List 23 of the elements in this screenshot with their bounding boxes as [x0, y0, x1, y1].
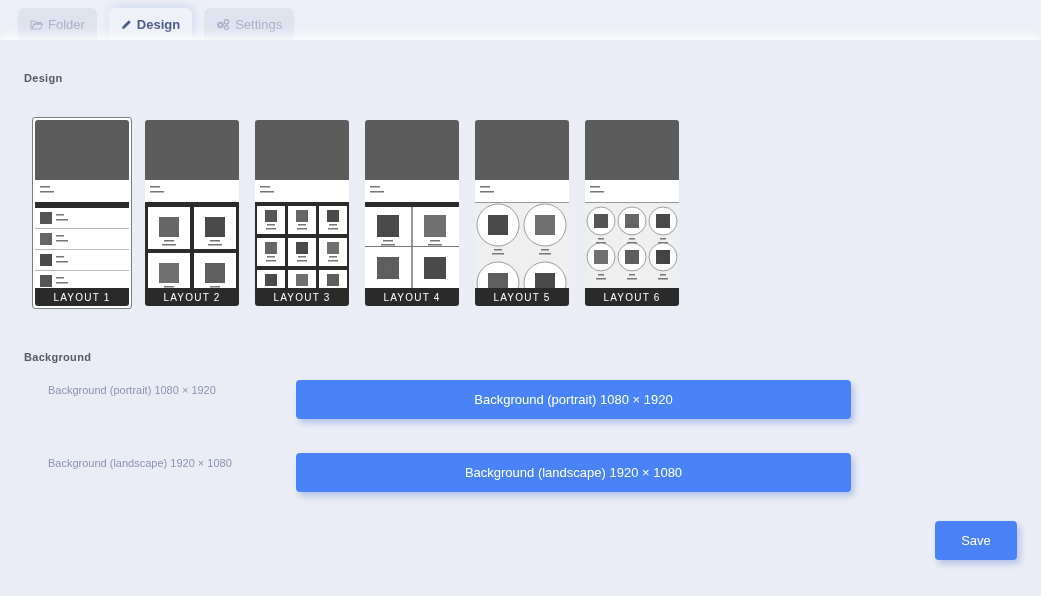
save-button[interactable]: Save: [935, 521, 1017, 560]
layout-label: LAYOUT 2: [163, 291, 221, 303]
layout-option[interactable]: LAYOUT 5: [472, 117, 572, 309]
field-label: Background (portrait) 1080 × 1920: [47, 383, 217, 396]
layout-label: LAYOUT 4: [383, 291, 441, 303]
layout-label: LAYOUT 3: [273, 291, 331, 303]
layout-option[interactable]: LAYOUT 1: [32, 117, 132, 309]
gears-icon: [216, 18, 231, 30]
folder-icon: [30, 18, 43, 30]
layout-option[interactable]: LAYOUT 6: [582, 117, 682, 309]
upload-button[interactable]: Background (portrait) 1080 × 1920: [296, 380, 851, 419]
layout-option[interactable]: LAYOUT 3: [252, 117, 352, 309]
layout-label: LAYOUT 5: [493, 291, 551, 303]
pencil-icon: [120, 18, 132, 30]
field-label: Background (landscape) 1920 × 1080: [47, 456, 233, 469]
tab[interactable]: Design: [108, 8, 193, 40]
layout-option[interactable]: LAYOUT 2: [142, 117, 242, 309]
layout-label: LAYOUT 1: [53, 291, 111, 303]
layout-option[interactable]: LAYOUT 4: [362, 117, 462, 309]
section-title: Design: [24, 71, 64, 84]
section-title: Background: [24, 351, 93, 363]
layout-label: LAYOUT 6: [603, 291, 661, 303]
upload-button[interactable]: Background (landscape) 1920 × 1080: [296, 453, 851, 492]
